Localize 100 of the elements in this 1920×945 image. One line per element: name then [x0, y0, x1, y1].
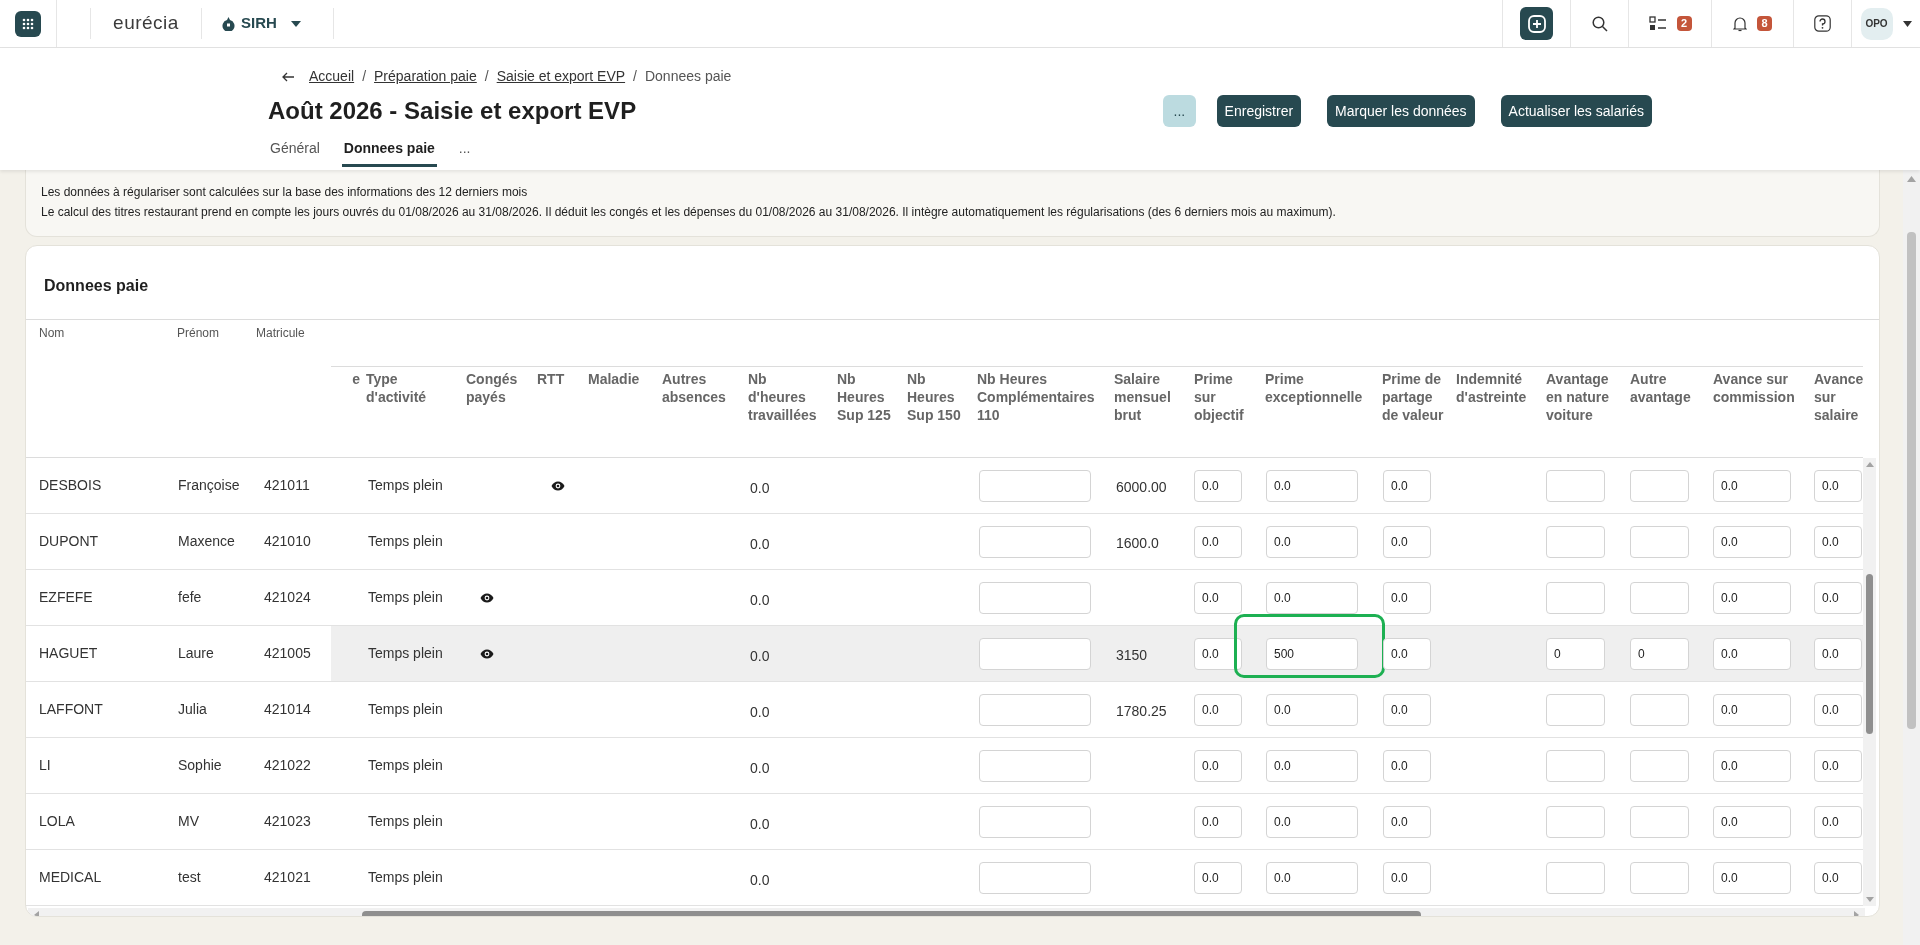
action-button[interactable]: Actualiser les salariés: [1500, 95, 1652, 127]
eye-icon[interactable]: [480, 648, 494, 659]
input-field[interactable]: [1546, 693, 1605, 726]
input-field[interactable]: [1546, 469, 1605, 502]
input-field[interactable]: 0.0: [1814, 749, 1862, 782]
scroll-down-icon[interactable]: [1865, 897, 1874, 902]
input-field[interactable]: [979, 469, 1091, 502]
input-field[interactable]: [979, 525, 1091, 558]
scrollbar-thumb[interactable]: [1907, 232, 1916, 729]
help-button[interactable]: [1813, 14, 1832, 33]
input-field[interactable]: 0: [1630, 637, 1689, 670]
input-field[interactable]: 0.0: [1194, 581, 1242, 614]
input-field[interactable]: [1630, 469, 1689, 502]
notifications-button[interactable]: 8: [1733, 15, 1772, 32]
add-button[interactable]: [1520, 7, 1553, 40]
user-menu[interactable]: OPO: [1860, 7, 1912, 40]
input-field[interactable]: 0.0: [1266, 469, 1358, 502]
input-field[interactable]: 0.0: [1266, 749, 1358, 782]
input-field[interactable]: 0.0: [1383, 861, 1431, 894]
table-cell-text: HAGUET: [38, 644, 99, 663]
input-field[interactable]: 0: [1546, 637, 1605, 670]
input-field[interactable]: 0.0: [1713, 581, 1791, 614]
table-cell-text: LOLA: [38, 812, 76, 831]
search-button[interactable]: [1589, 13, 1610, 34]
column-header: Nb Heures Sup 150: [907, 370, 962, 424]
input-field[interactable]: 0.0: [1713, 469, 1791, 502]
breadcrumb-link[interactable]: Préparation paie: [374, 66, 477, 87]
input-field[interactable]: [1546, 749, 1605, 782]
input-field[interactable]: 0.0: [1814, 861, 1862, 894]
input-field[interactable]: 0.0: [1383, 693, 1431, 726]
eye-icon[interactable]: [480, 592, 494, 603]
input-field[interactable]: [979, 749, 1091, 782]
column-header: Nb Heures Complémentaires 110: [977, 370, 1096, 424]
input-field[interactable]: 0.0: [1383, 749, 1431, 782]
tab[interactable]: Général: [268, 133, 322, 167]
tasks-button[interactable]: 2: [1648, 15, 1692, 32]
input-field[interactable]: [1630, 861, 1689, 894]
input-field[interactable]: [1630, 749, 1689, 782]
input-field[interactable]: 0.0: [1266, 581, 1358, 614]
module-dropdown[interactable]: SIRH: [222, 12, 301, 35]
input-field[interactable]: [1630, 525, 1689, 558]
table-cell-text: Temps plein: [367, 476, 443, 495]
action-button[interactable]: Marquer les données: [1327, 95, 1475, 127]
input-field[interactable]: 0.0: [1383, 581, 1431, 614]
input-field[interactable]: [979, 581, 1091, 614]
input-field[interactable]: [1546, 805, 1605, 838]
input-field[interactable]: 0.0: [1814, 581, 1862, 614]
input-field[interactable]: 0.0: [1713, 693, 1791, 726]
input-field[interactable]: 0.0: [1194, 469, 1242, 502]
breadcrumb-link[interactable]: Accueil: [309, 66, 355, 87]
input-field[interactable]: 0.0: [1194, 525, 1242, 558]
back-button[interactable]: [282, 71, 295, 82]
input-field[interactable]: 0.0: [1814, 469, 1862, 502]
tab[interactable]: Donnees paie: [341, 133, 437, 167]
input-field[interactable]: [1630, 581, 1689, 614]
scroll-up-icon[interactable]: [1907, 176, 1916, 182]
input-field[interactable]: 0.0: [1383, 805, 1431, 838]
apps-button[interactable]: [15, 10, 41, 37]
input-field[interactable]: 0.0: [1814, 805, 1862, 838]
input-field[interactable]: 0.0: [1194, 637, 1242, 670]
input-field[interactable]: 0.0: [1194, 861, 1242, 894]
input-field[interactable]: 500: [1266, 637, 1358, 670]
input-field[interactable]: 0.0: [1266, 805, 1358, 838]
input-field[interactable]: 0.0: [1266, 693, 1358, 726]
input-field[interactable]: 0.0: [1814, 693, 1862, 726]
breadcrumb-link[interactable]: Saisie et export EVP: [496, 66, 626, 87]
input-field[interactable]: 0.0: [1266, 525, 1358, 558]
input-field[interactable]: 0.0: [1194, 805, 1242, 838]
scroll-up-icon[interactable]: [1865, 462, 1874, 467]
eye-icon[interactable]: [551, 480, 565, 491]
user-avatar: OPO: [1860, 7, 1893, 40]
input-field[interactable]: 0.0: [1713, 749, 1791, 782]
input-field[interactable]: [1546, 525, 1605, 558]
table-cell-text: EZFEFE: [38, 588, 94, 607]
input-field[interactable]: 0.0: [1266, 861, 1358, 894]
input-field[interactable]: [979, 805, 1091, 838]
input-field[interactable]: [979, 637, 1091, 670]
action-button[interactable]: Enregistrer: [1216, 95, 1302, 127]
input-field[interactable]: [979, 861, 1091, 894]
page-scrollbar[interactable]: [1903, 170, 1920, 945]
input-field[interactable]: [979, 693, 1091, 726]
input-field[interactable]: 0.0: [1713, 861, 1791, 894]
input-field[interactable]: 0.0: [1383, 525, 1431, 558]
input-field[interactable]: [1546, 581, 1605, 614]
input-field[interactable]: 0.0: [1814, 637, 1862, 670]
input-field[interactable]: 0.0: [1814, 525, 1862, 558]
input-field[interactable]: 0.0: [1194, 693, 1242, 726]
input-field[interactable]: 0.0: [1713, 805, 1791, 838]
input-field[interactable]: 0.0: [1383, 469, 1431, 502]
input-field[interactable]: 0.0: [1383, 637, 1431, 670]
scrollbar-thumb[interactable]: [1866, 574, 1873, 734]
input-field[interactable]: [1630, 805, 1689, 838]
table-scrollbar[interactable]: [1863, 458, 1876, 906]
input-field[interactable]: [1630, 693, 1689, 726]
input-field[interactable]: [1546, 861, 1605, 894]
input-field[interactable]: 0.0: [1713, 525, 1791, 558]
input-field[interactable]: 0.0: [1194, 749, 1242, 782]
input-field[interactable]: 0.0: [1713, 637, 1791, 670]
tab[interactable]: ...: [456, 133, 473, 167]
action-button[interactable]: ...: [1163, 95, 1196, 127]
